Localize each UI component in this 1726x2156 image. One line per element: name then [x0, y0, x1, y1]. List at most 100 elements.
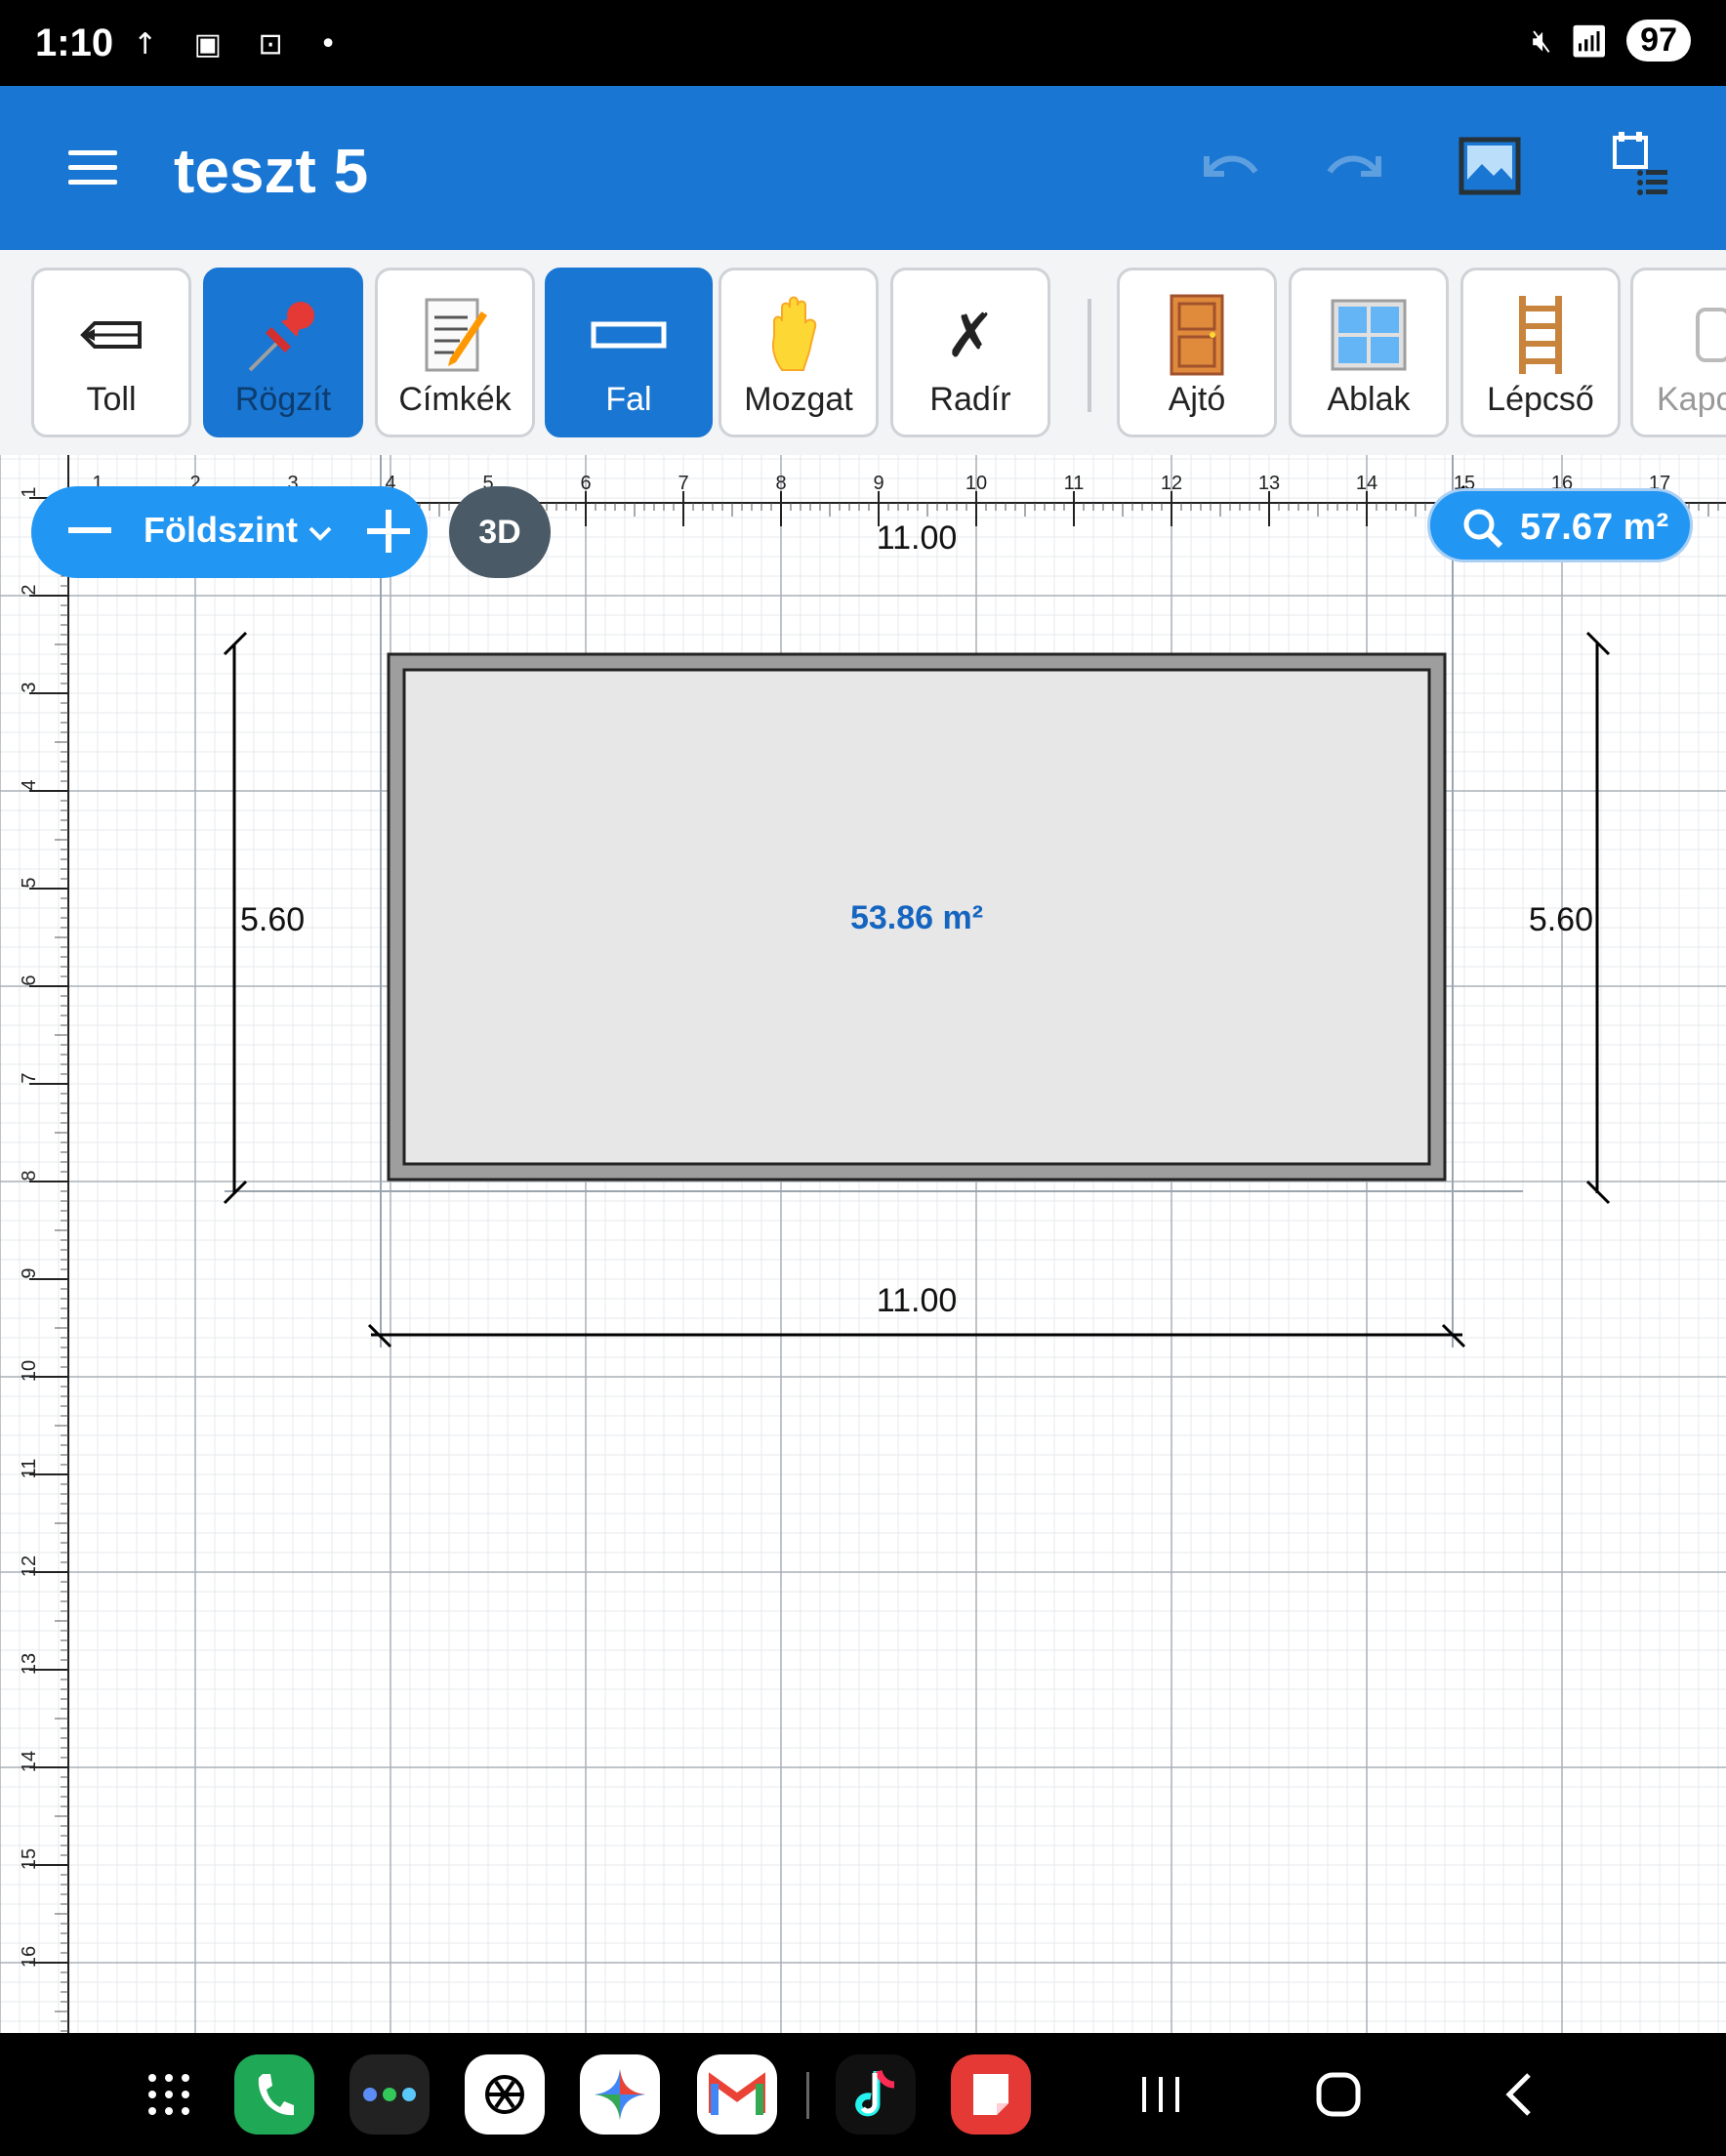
tool-switch-label: Kapc — [1657, 381, 1726, 418]
door-icon — [1120, 294, 1274, 376]
ruler-y-label: 12 — [19, 1555, 40, 1577]
ruler-x-label: 14 — [1356, 473, 1377, 494]
back-icon[interactable] — [1478, 2054, 1558, 2135]
app-title: teszt 5 — [174, 136, 369, 206]
image-export-icon[interactable] — [1451, 127, 1529, 205]
room-area-label[interactable]: 53.86 m² — [850, 899, 983, 936]
level-name-label: Földszint — [144, 510, 298, 550]
switch-icon — [1633, 294, 1726, 376]
tool-move-label: Mozgat — [744, 381, 853, 418]
ruler-y-label: 15 — [19, 1848, 40, 1870]
mute-icon: 🔇︎ — [1532, 21, 1552, 59]
ruler-y-label: 16 — [19, 1946, 40, 1968]
app-bar: teszt 5 — [0, 86, 1726, 250]
recent-apps-icon[interactable] — [1121, 2054, 1201, 2135]
ruler-vertical: 12345678910111213141516 — [19, 455, 69, 2033]
tool-labels-button[interactable]: Címkék — [375, 268, 535, 437]
tool-eraser-label: Radír — [929, 381, 1011, 418]
dimension-top-label: 11.00 — [877, 519, 958, 557]
wall-icon — [548, 294, 710, 376]
status-notification-icons: ↑ ▣ ⊡ • — [133, 27, 350, 62]
gemini-icon[interactable] — [580, 2054, 660, 2135]
eraser-x-icon: ✗ — [945, 299, 996, 371]
gmail-icon[interactable] — [697, 2054, 777, 2135]
redo-icon[interactable] — [1316, 127, 1394, 205]
folder-icon[interactable] — [349, 2054, 430, 2135]
dimension-left-label: 5.60 — [240, 901, 305, 938]
level-add-button[interactable] — [353, 496, 424, 566]
level-dropdown[interactable]: Földszint — [144, 510, 333, 551]
ruler-x-label: 7 — [678, 473, 688, 494]
ruler-y-label: 3 — [19, 682, 40, 692]
tool-pin-label: Rögzít — [234, 381, 332, 418]
tool-wall-label: Fal — [605, 381, 652, 418]
ruler-y-label: 10 — [19, 1360, 40, 1382]
home-icon[interactable] — [1298, 2054, 1378, 2135]
ruler-y-label: 11 — [19, 1459, 40, 1479]
pushpin-icon — [206, 294, 360, 376]
pencil-icon — [34, 294, 188, 376]
tool-pen-button[interactable]: Toll — [31, 268, 191, 437]
ruler-y-label: 4 — [19, 779, 40, 790]
ruler-x-label: 9 — [873, 473, 884, 494]
ladder-icon — [1463, 294, 1618, 376]
tool-window-button[interactable]: Ablak — [1289, 268, 1449, 437]
level-remove-button[interactable] — [55, 496, 125, 566]
tool-door-button[interactable]: Ajtó — [1117, 268, 1277, 437]
battery-badge: 97 — [1626, 20, 1691, 62]
system-nav-bar — [0, 2033, 1726, 2156]
ruler-y-label: 7 — [19, 1072, 40, 1083]
dimension-right-label: 5.60 — [1529, 901, 1593, 938]
undo-icon[interactable] — [1191, 127, 1269, 205]
chevron-down-icon — [308, 510, 333, 550]
status-time: 1:10 — [35, 21, 114, 64]
view-3d-button[interactable]: 3D — [449, 486, 551, 578]
total-area-label: 57.67 m² — [1520, 507, 1669, 548]
tiktok-icon[interactable] — [836, 2054, 916, 2135]
ruler-x-label: 12 — [1161, 473, 1182, 494]
status-right: 🔇︎ 📶︎ 97 — [1532, 20, 1691, 62]
tool-stairs-label: Lépcső — [1487, 381, 1594, 418]
ruler-x-label: 6 — [580, 473, 591, 494]
chatgpt-icon[interactable] — [465, 2054, 545, 2135]
tool-pen-label: Toll — [86, 381, 137, 418]
search-icon — [1461, 507, 1504, 550]
tool-move-button[interactable]: Mozgat — [719, 268, 879, 437]
ruler-y-label: 9 — [19, 1267, 40, 1278]
dimension-bottom-label: 11.00 — [877, 1282, 958, 1319]
ruler-y-label: 1 — [19, 486, 40, 497]
hamburger-menu-icon[interactable] — [68, 150, 117, 186]
ruler-y-label: 6 — [19, 974, 40, 985]
ruler-y-label: 5 — [19, 877, 40, 888]
ruler-x-label: 13 — [1258, 473, 1280, 494]
tool-pin-button[interactable]: Rögzít — [203, 268, 363, 437]
ruler-y-label: 14 — [19, 1751, 40, 1772]
project-list-icon[interactable] — [1601, 127, 1679, 205]
wifi-icon: 📶︎ — [1569, 21, 1610, 60]
tool-door-label: Ajtó — [1168, 381, 1226, 418]
ruler-x-label: 8 — [775, 473, 786, 494]
tool-switch-button[interactable]: Kapc — [1630, 268, 1726, 437]
hand-icon — [721, 294, 876, 376]
apps-grid-icon[interactable] — [129, 2054, 209, 2135]
floorplan-drawing[interactable]: 1 2 3 4 5 6 7 8 9 10 11 12 13 14 15 16 17 12345678910111… — [0, 455, 1726, 2033]
ruler-x-label: 10 — [966, 473, 987, 494]
tool-window-label: Ablak — [1327, 381, 1411, 418]
floorplan-canvas[interactable]: 1 2 3 4 5 6 7 8 9 10 11 12 13 14 15 16 17 1 2 3 4 5 6 7 8 9 10 11 1… — [0, 455, 1726, 2033]
toolbar-divider — [1088, 299, 1091, 412]
phone-icon[interactable] — [234, 2054, 314, 2135]
tool-stairs-button[interactable]: Lépcső — [1460, 268, 1621, 437]
notes-icon[interactable] — [951, 2054, 1031, 2135]
level-selector: Földszint — [31, 486, 428, 578]
status-bar: 1:10 ↑ ▣ ⊡ • 🔇︎ 📶︎ 97 — [0, 0, 1726, 86]
window-icon — [1292, 294, 1446, 376]
tool-wall-button[interactable]: Fal — [545, 268, 713, 437]
tool-labels-label: Címkék — [398, 381, 512, 418]
ruler-y-label: 13 — [19, 1653, 40, 1675]
tool-eraser-button[interactable]: ✗ Radír — [890, 268, 1050, 437]
total-area-button[interactable]: 57.67 m² — [1427, 488, 1693, 562]
dock-divider — [806, 2072, 809, 2119]
ruler-y-label: 8 — [19, 1170, 40, 1181]
tool-palette: Toll Rögzít Címkék Fal Mozgat ✗ Radír Aj… — [0, 250, 1726, 455]
ruler-x-label: 11 — [1064, 473, 1085, 494]
